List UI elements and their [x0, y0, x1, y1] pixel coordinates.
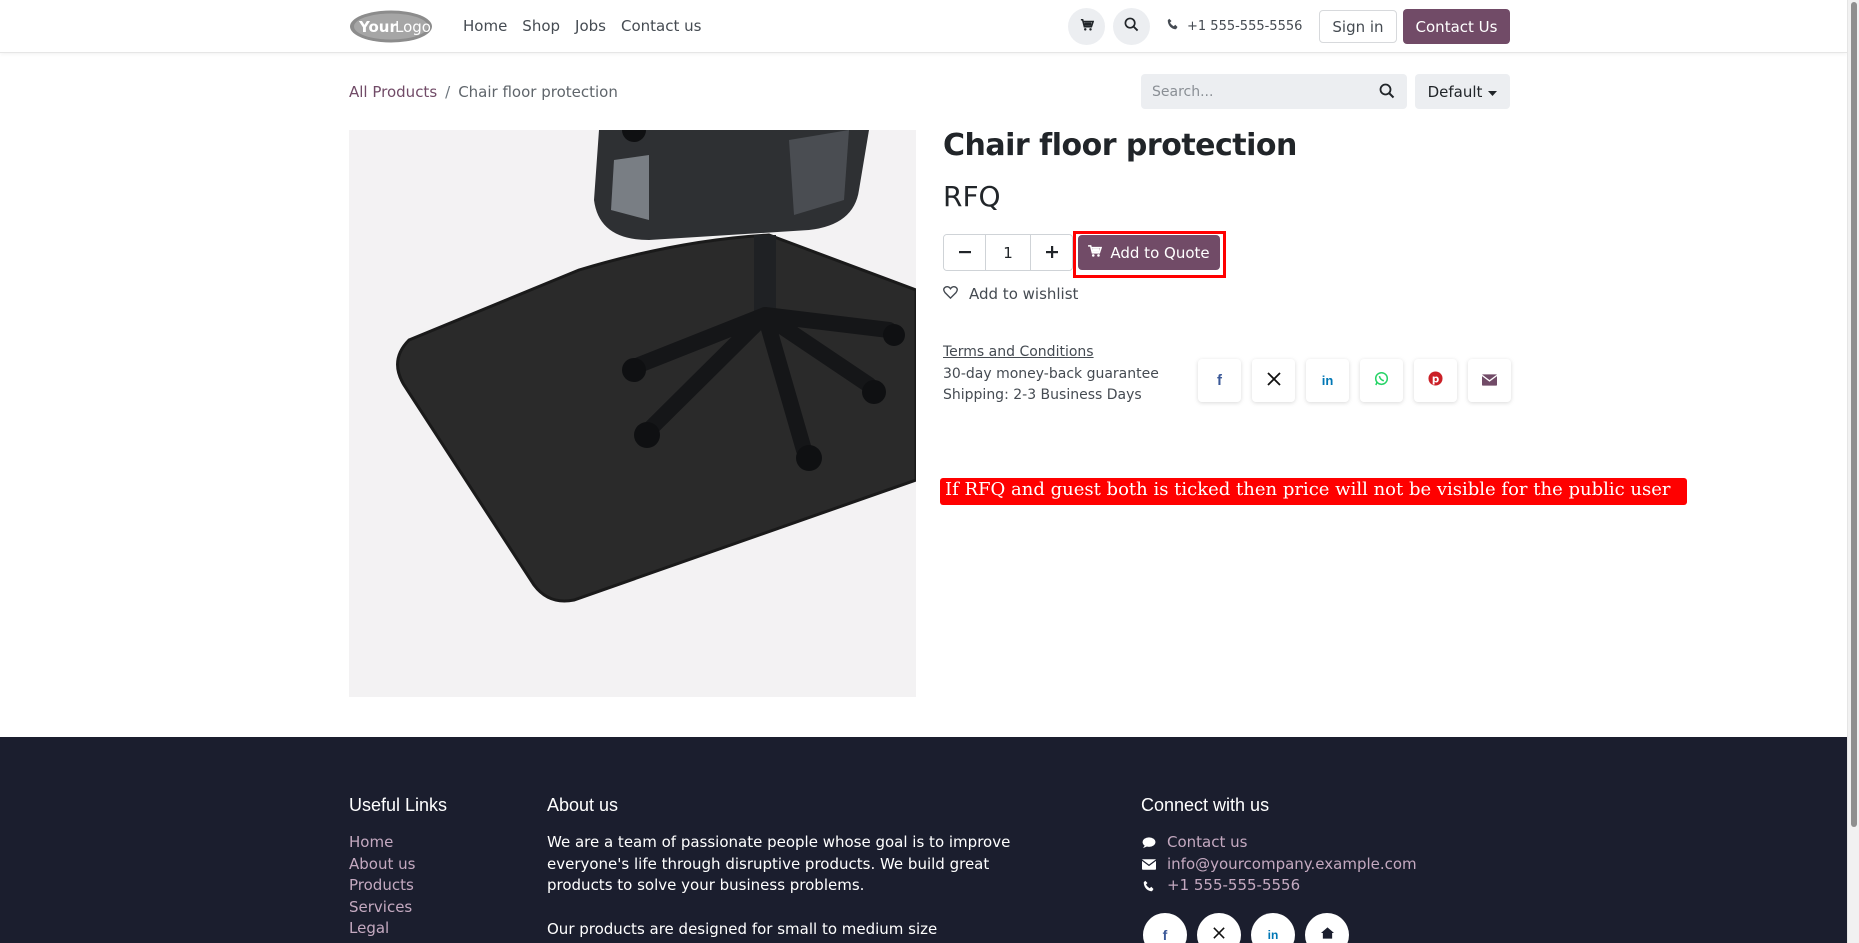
scrollbar-thumb[interactable]: [1851, 2, 1857, 827]
page-scrollbar[interactable]: [1847, 0, 1859, 943]
quantity-input[interactable]: [985, 235, 1031, 270]
add-to-quote-button[interactable]: Add to Quote: [1078, 235, 1220, 270]
footer-facebook-button[interactable]: f: [1143, 913, 1187, 943]
cart-icon: [1088, 244, 1103, 262]
footer-home-button[interactable]: [1305, 913, 1349, 943]
footer-link-about[interactable]: About us: [349, 854, 415, 876]
plus-icon: [1045, 243, 1058, 262]
envelope-icon: [1141, 859, 1156, 870]
linkedin-icon: in: [1267, 928, 1279, 942]
product-terms: Terms and Conditions 30-day money-back g…: [943, 342, 1159, 407]
home-icon: [1320, 927, 1334, 943]
wishlist-label: Add to wishlist: [969, 285, 1079, 303]
terms-and-conditions-link[interactable]: Terms and Conditions: [943, 342, 1159, 364]
connect-list: Contact us info@yourcompany.example.com …: [1141, 832, 1417, 897]
footer-link-home[interactable]: Home: [349, 832, 415, 854]
caret-down-icon: [1488, 83, 1498, 101]
main-nav: Home Shop Jobs Contact us: [463, 17, 716, 35]
footer-social-links: f in: [1143, 913, 1349, 943]
email-icon: [1481, 372, 1498, 390]
header-phone[interactable]: +1 555-555-5556: [1167, 18, 1302, 34]
footer-link-products[interactable]: Products: [349, 875, 415, 897]
facebook-icon: f: [1162, 927, 1168, 943]
company-logo[interactable]: Your Logo: [349, 9, 434, 44]
product-search: [1141, 74, 1407, 109]
annotation-note: If RFQ and guest both is ticked then pri…: [940, 478, 1687, 505]
about-us-title: About us: [547, 795, 619, 815]
x-icon: [1266, 371, 1281, 390]
comment-icon: [1141, 837, 1156, 849]
svg-text:Logo: Logo: [395, 18, 431, 36]
product-title: Chair floor protection: [943, 128, 1297, 163]
footer-x-button[interactable]: [1197, 913, 1241, 943]
x-icon: [1213, 927, 1225, 943]
whatsapp-icon: [1374, 371, 1389, 390]
footer-link-legal[interactable]: Legal: [349, 918, 415, 940]
quantity-increase-button[interactable]: [1031, 235, 1072, 270]
nav-home[interactable]: Home: [463, 17, 507, 35]
guarantee-text: 30-day money-back guarantee: [943, 365, 1159, 382]
breadcrumb-current: Chair floor protection: [458, 83, 618, 101]
pinterest-icon: p: [1428, 371, 1443, 390]
connect-phone-link[interactable]: +1 555-555-5556: [1141, 875, 1417, 897]
phone-icon: [1141, 880, 1156, 892]
useful-links-list: Home About us Products Services Legal: [349, 832, 415, 940]
share-linkedin-button[interactable]: in: [1306, 359, 1349, 402]
add-to-quote-label: Add to Quote: [1110, 243, 1210, 262]
connect-phone-label: +1 555-555-5556: [1167, 876, 1301, 895]
add-to-wishlist-link[interactable]: Add to wishlist: [943, 285, 1078, 303]
share-whatsapp-button[interactable]: [1360, 359, 1403, 402]
product-image[interactable]: [349, 130, 916, 697]
search-icon[interactable]: [1379, 83, 1395, 103]
product-price: RFQ: [943, 180, 1001, 213]
nav-contact[interactable]: Contact us: [621, 17, 701, 35]
share-facebook-button[interactable]: f: [1198, 359, 1241, 402]
sign-in-button[interactable]: Sign in: [1319, 10, 1397, 43]
sort-label: Default: [1427, 82, 1483, 101]
footer-link-services[interactable]: Services: [349, 897, 415, 919]
quantity-decrease-button[interactable]: [944, 235, 985, 270]
header-search-button[interactable]: [1113, 8, 1150, 45]
about-paragraph-2: Our products are designed for small to m…: [547, 919, 938, 943]
footer-linkedin-button[interactable]: in: [1251, 913, 1295, 943]
connect-email-link[interactable]: info@yourcompany.example.com: [1141, 854, 1417, 876]
phone-icon: [1167, 18, 1179, 34]
about-us-text: We are a team of passionate people whose…: [547, 832, 1022, 943]
cart-icon: [1080, 17, 1094, 36]
connect-title: Connect with us: [1141, 795, 1270, 815]
breadcrumb: All Products / Chair floor protection: [349, 83, 618, 101]
share-x-button[interactable]: [1252, 359, 1295, 402]
search-icon: [1124, 17, 1139, 36]
svg-text:Your: Your: [358, 18, 397, 36]
heart-icon: [943, 285, 958, 303]
site-header: Your Logo Home Shop Jobs Contact us +1 5…: [0, 0, 1847, 53]
shipping-text: Shipping: 2-3 Business Days: [943, 387, 1142, 403]
useful-links-title: Useful Links: [349, 795, 448, 815]
contact-us-button[interactable]: Contact Us: [1403, 9, 1510, 44]
minus-icon: [958, 243, 971, 262]
linkedin-icon: in: [1321, 373, 1334, 388]
facebook-icon: f: [1217, 372, 1222, 389]
share-buttons: f in p: [1198, 359, 1511, 402]
search-input[interactable]: [1141, 74, 1361, 109]
share-pinterest-button[interactable]: p: [1414, 359, 1457, 402]
share-email-button[interactable]: [1468, 359, 1511, 402]
breadcrumb-separator: /: [445, 83, 451, 101]
nav-jobs[interactable]: Jobs: [575, 17, 606, 35]
phone-number: +1 555-555-5556: [1187, 18, 1303, 34]
svg-text:p: p: [1432, 373, 1439, 385]
breadcrumb-all-products[interactable]: All Products: [349, 83, 437, 101]
connect-email-label: info@yourcompany.example.com: [1167, 854, 1417, 873]
connect-contact-link[interactable]: Contact us: [1141, 832, 1417, 854]
site-footer: Useful Links Home About us Products Serv…: [0, 737, 1847, 943]
cart-button[interactable]: [1068, 8, 1105, 45]
sort-dropdown[interactable]: Default: [1415, 74, 1510, 109]
connect-contact-label: Contact us: [1167, 833, 1248, 851]
quantity-stepper: [943, 234, 1073, 271]
about-paragraph-1: We are a team of passionate people whose…: [547, 833, 1011, 895]
nav-shop[interactable]: Shop: [522, 17, 560, 35]
